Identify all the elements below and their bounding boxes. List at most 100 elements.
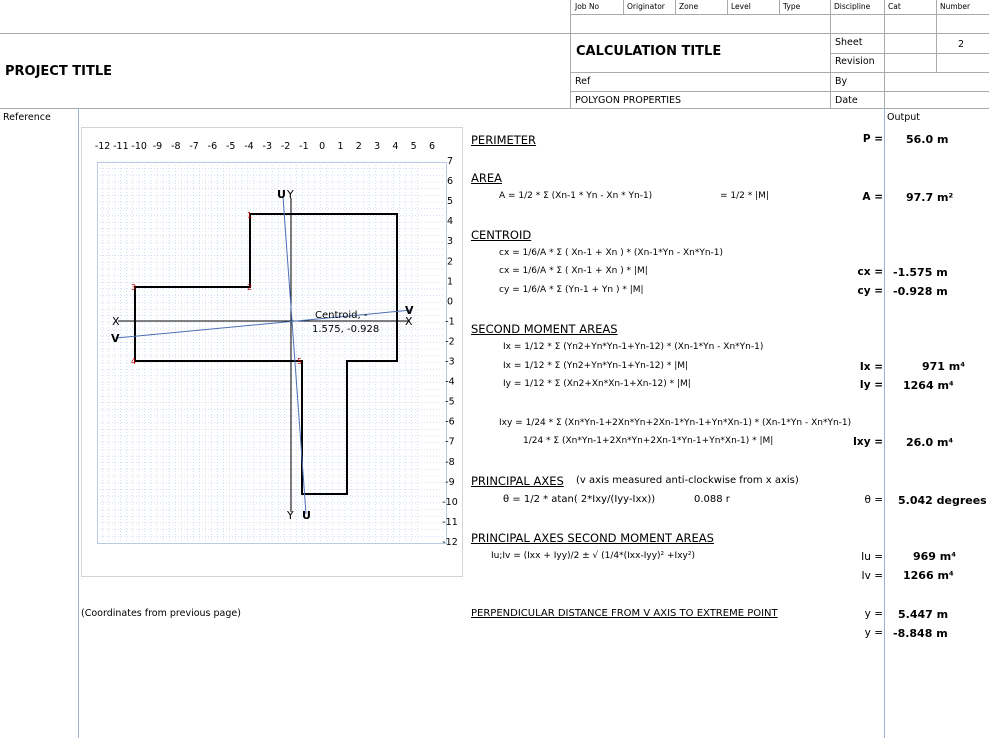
cx-label: cx = <box>857 266 883 278</box>
centroid-formula-3: cy = 1/6/A * Σ (Yn-1 + Yn ) * |M| <box>499 285 644 295</box>
x-tick-label: -9 <box>153 141 162 152</box>
y-tick-label: -10 <box>442 497 458 508</box>
ix-value: 971 m⁴ <box>922 360 966 373</box>
x-tick-label: 4 <box>392 141 398 152</box>
y-tick-label: 2 <box>447 256 453 267</box>
x-tick-label: 5 <box>411 141 417 152</box>
y-tick-label: 3 <box>447 236 453 247</box>
area-formula-short: = 1/2 * |M| <box>720 191 769 201</box>
ix-formula-1: Ix = 1/12 * Σ (Yn2+Yn*Yn-1+Yn-12) * (Xn-… <box>503 342 764 352</box>
y-tick-label: -1 <box>445 316 454 327</box>
y-tick-label: 0 <box>447 296 453 307</box>
y-tick-label: -12 <box>442 537 458 548</box>
x-tick-label: 3 <box>374 141 380 152</box>
distance-heading: PERPENDICULAR DISTANCE FROM V AXIS TO EX… <box>471 608 778 619</box>
centroid-formula-1: cx = 1/6/A * Σ ( Xn-1 + Xn ) * (Xn-1*Yn … <box>499 248 724 258</box>
u-axis-line <box>282 196 307 515</box>
x-tick-label: 6 <box>429 141 435 152</box>
x-tick-label: -4 <box>244 141 253 152</box>
v-axis-label-right: V <box>405 304 414 317</box>
ixy-value: 26.0 m⁴ <box>906 436 954 449</box>
x-tick-label: -6 <box>208 141 217 152</box>
y2-value: -8.848 m <box>893 627 948 640</box>
cy-label: cy = <box>857 285 883 297</box>
x-tick-label: -12 <box>95 141 111 152</box>
iy-formula: Iy = 1/12 * Σ (Xn2+Xn*Xn-1+Xn-12) * |M| <box>503 379 691 389</box>
y-tick-label: -7 <box>445 437 454 448</box>
centroid-label-line2: 1.575, -0.928 <box>312 324 379 335</box>
centroid-label-line1: Centroid, - <box>315 310 368 321</box>
x-tick-label: -7 <box>189 141 198 152</box>
y-tick-label: 6 <box>447 176 453 187</box>
area-heading: AREA <box>471 171 502 185</box>
iu-value: 969 m⁴ <box>913 550 957 563</box>
centroid-formula-2: cx = 1/6/A * Σ ( Xn-1 + Xn ) * |M| <box>499 266 648 276</box>
iu-label: Iu = <box>861 551 883 563</box>
x-tick-label: -10 <box>131 141 147 152</box>
y-tick-label: -8 <box>445 457 454 468</box>
y-tick-label: -2 <box>445 336 454 347</box>
principal-moments-heading: PRINCIPAL AXES SECOND MOMENT AREAS <box>471 531 714 545</box>
theta-radians: 0.088 r <box>694 494 730 505</box>
v-axis-label-left: V <box>111 332 120 345</box>
vertex-label-5: 5 <box>297 357 302 366</box>
iy-value: 1264 m⁴ <box>903 379 954 392</box>
coordinates-note: (Coordinates from previous page) <box>81 608 241 619</box>
y-tick-label: -5 <box>445 397 454 408</box>
x-tick-label: 2 <box>356 141 362 152</box>
u-axis-label-top: U <box>277 188 286 201</box>
y-tick-label: -9 <box>445 477 454 488</box>
y-tick-label: -3 <box>445 357 454 368</box>
vertex-label-3: 3 <box>131 283 136 292</box>
perimeter-heading: PERIMETER <box>471 133 537 147</box>
ixy-formula-1: Ixy = 1/24 * Σ (Xn*Yn-1+2Xn*Yn+2Xn-1*Yn-… <box>499 418 852 428</box>
principal-moments-formula: Iu;Iv = (Ixx + Iyy)/2 ± √ (1/4*(Ixx-Iyy)… <box>491 551 695 561</box>
y1-label: y = <box>864 608 883 620</box>
cx-value: -1.575 m <box>893 266 948 279</box>
y2-label: y = <box>864 627 883 639</box>
y-tick-label: -4 <box>445 377 454 388</box>
y-tick-label: -11 <box>442 517 458 528</box>
cy-value: -0.928 m <box>893 285 948 298</box>
y-axis-label-top: Y <box>286 188 294 201</box>
vertex-label-4: 4 <box>131 357 136 366</box>
iy-label: Iy = <box>859 379 883 391</box>
x-tick-label: 1 <box>337 141 343 152</box>
x-tick-label: -8 <box>171 141 180 152</box>
area-label: A = <box>862 191 883 203</box>
perimeter-label: P = <box>862 133 883 145</box>
ix-label: Ix = <box>859 361 883 373</box>
u-axis-label-bottom: U <box>302 509 311 522</box>
iv-value: 1266 m⁴ <box>903 569 954 582</box>
y-axis-label-bottom: Y <box>286 509 294 522</box>
x-tick-label: -5 <box>226 141 235 152</box>
x-tick-label: 0 <box>319 141 325 152</box>
iv-label: Iv = <box>861 570 883 582</box>
area-formula: A = 1/2 * Σ (Xn-1 * Yn - Xn * Yn-1) <box>499 191 653 201</box>
x-tick-label: -11 <box>113 141 129 152</box>
y-tick-label: 1 <box>447 276 453 287</box>
principal-axes-heading: PRINCIPAL AXES <box>471 474 564 488</box>
vertex-label-1: 1 <box>247 211 252 220</box>
ixy-label: Ixy = <box>853 436 883 448</box>
second-moment-heading: SECOND MOMENT AREAS <box>471 322 618 336</box>
principal-axes-note: (v axis measured anti-clockwise from x a… <box>576 475 799 486</box>
centroid-heading: CENTROID <box>471 228 532 242</box>
x-tick-label: -1 <box>299 141 308 152</box>
y-tick-label: -6 <box>445 417 454 428</box>
polygon-diagram: -12 -11 -10 -9 -8 -7 -6 -5 -4 -3 -2 -1 0 1 2 3 4 5 6765432… <box>95 141 458 548</box>
vertex-label-2: 2 <box>247 283 252 292</box>
theta-label: θ = <box>864 494 883 506</box>
theta-value: 5.042 degrees <box>898 494 987 507</box>
area-value: 97.7 m² <box>906 191 954 204</box>
ixy-formula-2: 1/24 * Σ (Xn*Yn-1+2Xn*Yn+2Xn-1*Yn-1+Yn*X… <box>523 436 774 446</box>
theta-formula: θ = 1/2 * atan( 2*Ixy/(Iyy-Ixx)) <box>503 494 656 505</box>
y-tick-label: 7 <box>447 156 453 167</box>
x-tick-label: -3 <box>263 141 272 152</box>
y1-value: 5.447 m <box>898 608 949 621</box>
x-axis-label-left: X <box>112 315 120 328</box>
grid-lines <box>97 161 445 542</box>
y-tick-label: 5 <box>447 196 453 207</box>
perimeter-value: 56.0 m <box>906 133 949 146</box>
ix-formula-2: Ix = 1/12 * Σ (Yn2+Yn*Yn-1+Yn-12) * |M| <box>503 361 689 371</box>
